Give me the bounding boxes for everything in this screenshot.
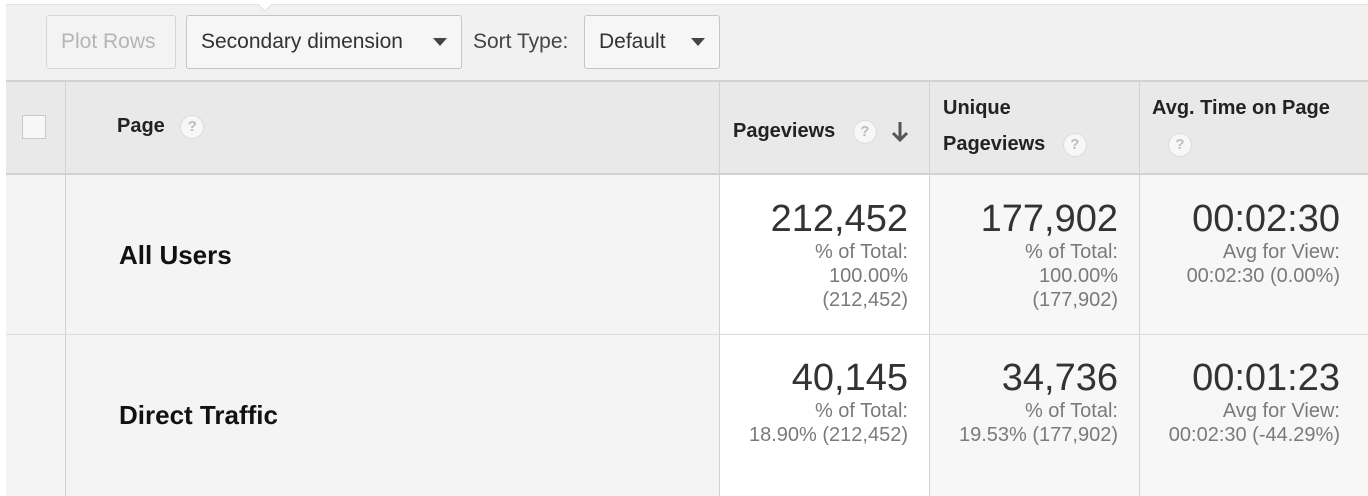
unique-percent-label: % of Total: [1024, 400, 1118, 422]
row-divider [6, 334, 1368, 335]
unique-percent-value: 19.53% (177,902) [958, 424, 1118, 446]
avg-for-view-value: 00:02:30 (-44.29%) [1168, 424, 1340, 446]
arrow-down-icon[interactable] [890, 120, 910, 144]
pageviews-cell: 40,145 % of Total: 18.90% (212,452) [719, 357, 908, 447]
unique-percent-value: 100.00% [1039, 265, 1118, 287]
avg-time-value: 00:02:30 [1192, 198, 1340, 240]
column-header-page[interactable]: Page ? [117, 108, 205, 144]
page-column-body [6, 175, 719, 496]
unique-header-label-line1: Unique [943, 97, 1011, 119]
avg-time-cell: 00:02:30 Avg for View: 00:02:30 (0.00%) [1139, 198, 1340, 288]
pageviews-percent-label: % of Total: [814, 400, 908, 422]
pageviews-percent-label: % of Total: [814, 241, 908, 263]
avg-time-value: 00:01:23 [1192, 357, 1340, 399]
avg-time-header-label: Avg. Time on Page [1152, 97, 1330, 119]
pageviews-value: 40,145 [791, 357, 908, 399]
question-circle-icon[interactable]: ? [180, 114, 205, 139]
sort-type-label: Sort Type: [473, 30, 569, 53]
secondary-dimension-dropdown[interactable]: Secondary dimension [186, 15, 462, 69]
question-circle-icon[interactable]: ? [1062, 132, 1087, 157]
page-header-label: Page [117, 115, 165, 137]
sort-type-dropdown[interactable]: Default [584, 15, 720, 69]
pageviews-percent-value: 100.00% [829, 265, 908, 287]
pageviews-value: 212,452 [770, 198, 908, 240]
question-circle-icon[interactable]: ? [1168, 132, 1192, 157]
pageviews-cell: 212,452 % of Total: 100.00% (212,452) [719, 198, 908, 312]
pageviews-header-label: Pageviews [733, 120, 836, 142]
pageviews-percent-value: 18.90% (212,452) [748, 424, 908, 446]
column-divider [65, 80, 66, 496]
secondary-dimension-label: Secondary dimension [201, 30, 403, 53]
caret-down-icon [433, 38, 447, 46]
column-header-unique-pageviews[interactable]: Unique Pageviews ? [943, 90, 1087, 162]
avg-for-view-value: 00:02:30 (0.00%) [1186, 265, 1340, 287]
unique-pageviews-value: 177,902 [980, 198, 1118, 240]
unique-pageviews-value: 34,736 [1001, 357, 1118, 399]
sort-type-value: Default [599, 30, 666, 53]
column-header-avg-time[interactable]: Avg. Time on Page ? [1152, 90, 1330, 162]
row-label: All Users [119, 240, 232, 270]
tooltip-notch [258, 4, 272, 12]
caret-down-icon [691, 38, 705, 46]
plot-rows-label: Plot Rows [61, 30, 156, 53]
unique-total-value: (177,902) [1032, 289, 1118, 311]
unique-pageviews-cell: 177,902 % of Total: 100.00% (177,902) [929, 198, 1118, 312]
pageviews-total-value: (212,452) [822, 289, 908, 311]
question-circle-icon[interactable]: ? [852, 119, 877, 144]
avg-time-cell: 00:01:23 Avg for View: 00:02:30 (-44.29%… [1139, 357, 1340, 447]
data-table: Page ? Pageviews ? Unique Pageviews ? Av… [6, 80, 1368, 496]
avg-for-view-label: Avg for View: [1222, 241, 1340, 263]
unique-header-label-line2: Pageviews [943, 133, 1046, 155]
table-toolbar: Plot Rows Secondary dimension Sort Type:… [6, 4, 1368, 81]
unique-pageviews-cell: 34,736 % of Total: 19.53% (177,902) [929, 357, 1118, 447]
unique-percent-label: % of Total: [1024, 241, 1118, 263]
column-header-pageviews[interactable]: Pageviews ? [733, 113, 910, 149]
select-all-checkbox[interactable] [22, 115, 46, 139]
plot-rows-button[interactable]: Plot Rows [46, 15, 176, 69]
avg-for-view-label: Avg for View: [1222, 400, 1340, 422]
row-label: Direct Traffic [119, 400, 278, 430]
